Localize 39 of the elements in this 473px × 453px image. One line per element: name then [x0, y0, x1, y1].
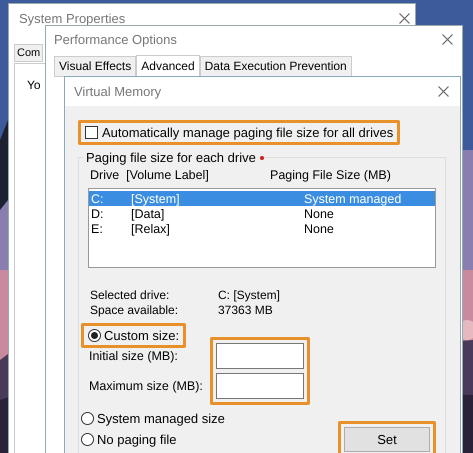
close-icon[interactable] — [399, 13, 410, 24]
column-header: Paging File Size (MB) — [270, 168, 391, 182]
set-button[interactable]: Set — [344, 427, 430, 452]
volume-label: [Relax] — [131, 222, 171, 236]
field-label: Initial size (MB): — [89, 349, 179, 363]
info-label: Space available: — [89, 303, 180, 318]
column-header: Drive [Volume Label] — [90, 168, 209, 182]
tab[interactable]: Data Execution Prevention — [200, 56, 352, 77]
marker-dot — [260, 156, 264, 160]
info-label: Selected drive: — [89, 288, 170, 303]
window-title: Virtual Memory — [74, 84, 162, 99]
radio-button[interactable]: System managed size — [81, 411, 310, 426]
info-value: C: [System] — [218, 288, 280, 303]
drive-letter: C: — [90, 192, 104, 206]
drive-letter: D: — [90, 206, 104, 220]
checkbox[interactable]: Automatically manage paging file size for all drives — [85, 125, 394, 140]
field-label: Maximum size (MB): — [89, 379, 204, 393]
volume-label: [System] — [131, 192, 181, 206]
paging-size: None — [304, 206, 334, 220]
tab[interactable]: Com — [14, 44, 44, 62]
description-text: Yo — [27, 78, 41, 92]
close-icon[interactable] — [438, 86, 449, 97]
input-field[interactable] — [216, 343, 304, 369]
volume-label: [Data] — [131, 206, 166, 220]
input-field[interactable] — [216, 373, 304, 399]
radio-button[interactable]: Custom size: — [88, 328, 180, 343]
window-title: Performance Options — [54, 32, 177, 47]
radio-button[interactable]: No paging file — [81, 432, 310, 447]
paging-size: System managed — [304, 192, 402, 206]
info-value: 37363 MB — [218, 303, 273, 318]
tab[interactable]: Visual Effects — [54, 56, 136, 77]
tab[interactable]: Advanced — [136, 55, 200, 77]
list-row[interactable]: D: [Data] None — [89, 206, 435, 221]
window-title: System Properties — [19, 11, 126, 26]
paging-size: None — [304, 222, 334, 236]
group-title: Paging file size for each drive — [83, 150, 259, 165]
list-row[interactable]: E: [Relax] None — [89, 221, 435, 236]
close-icon[interactable] — [442, 34, 453, 45]
drive-letter: E: — [90, 222, 104, 236]
